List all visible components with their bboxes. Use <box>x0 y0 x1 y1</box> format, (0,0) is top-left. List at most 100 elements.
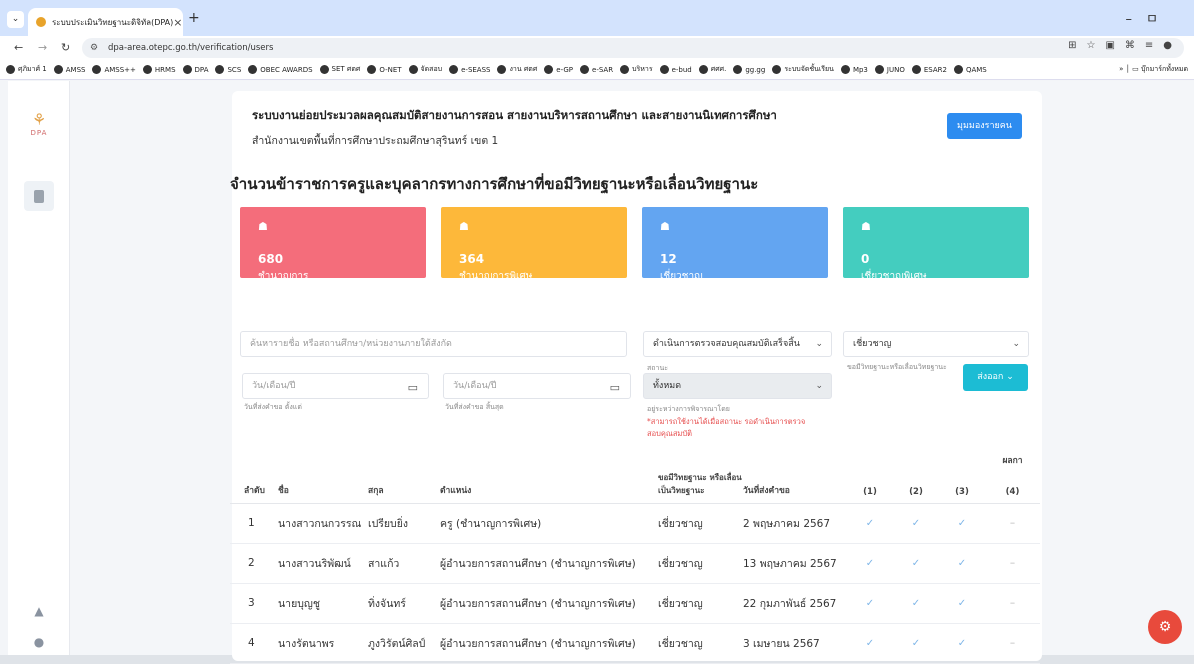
cell-level: เชี่ยวชาญ <box>658 623 743 664</box>
close-tab-icon[interactable]: × <box>173 16 182 29</box>
bookmark-icon <box>772 65 782 74</box>
tab-dpa[interactable]: ระบบประเมินวิทยฐานะดิจิทัล(DPA) × <box>28 8 183 36</box>
chevron-down-icon: ⌄ <box>815 339 823 349</box>
date-start-input[interactable]: วัน/เดือน/ปี ▭ <box>242 373 429 399</box>
window-controls[interactable]: –ㅁ <box>1126 8 1172 27</box>
user-icon[interactable]: ● <box>30 635 48 653</box>
check-icon: ✓ <box>893 543 939 584</box>
cell-no: 3 <box>230 583 268 624</box>
bookmark-item[interactable]: ESAR2 <box>911 65 947 74</box>
bookmark-icon <box>733 65 743 74</box>
level-select[interactable]: เชี่ยวชาญ ⌄ <box>843 331 1029 357</box>
cell-position: ผู้อำนวยการสถานศึกษา (ชำนาญการพิเศษ) <box>440 623 658 664</box>
main-body: จำนวนข้าราชการครูและบุคลากรทางการศึกษาที… <box>230 81 1042 664</box>
pending-dash: – <box>985 583 1040 624</box>
bookmark-icon <box>248 65 258 74</box>
status-select[interactable]: ทั้งหมด ⌄ <box>643 373 832 399</box>
bookmark-icon <box>367 65 377 74</box>
check-icon: ✓ <box>939 503 985 544</box>
bookmark-item[interactable]: gg.gg <box>733 65 765 74</box>
cell-surname: ภูงวิรัตน์ศิลป์ <box>368 623 440 664</box>
pending-dash: – <box>985 543 1040 584</box>
search-input[interactable]: ค้นหารายชื่อ หรือสถานศึกษา/หน่วยงานภายใต… <box>240 331 627 357</box>
bookmark-icon <box>92 65 102 74</box>
check-icon: ✓ <box>893 583 939 624</box>
card-expert-2[interactable]: ☗ 364 ชำนาญการพิเศษ <box>441 207 627 282</box>
settings-fab[interactable]: ⚙ <box>1148 610 1182 644</box>
bookmark-item[interactable]: ระบบจัดชั้นเรียน <box>772 64 834 75</box>
table-row[interactable]: 2 นางสาวนริพัฒน์ สาแก้ว ผู้อำนวยการสถานศึกษ… <box>230 543 1040 584</box>
bookmark-item[interactable]: AMSS++ <box>92 65 136 74</box>
bookmark-icon <box>698 65 708 74</box>
cell-position: ผู้อำนวยการสถานศึกษา (ชำนาญการพิเศษ) <box>440 543 658 584</box>
reload-icon[interactable]: ↻ <box>61 41 70 54</box>
cell-surname: ทิ่งจันทร์ <box>368 583 440 624</box>
address-row: ← → ↻ ⚙ dpa-area.otepc.go.th/verificatio… <box>0 36 1194 60</box>
table-row[interactable]: 3 นายบุญชู ทิ่งจันทร์ ผู้อำนวยการสถานศึกษา … <box>230 583 1040 624</box>
bookmark-item[interactable]: DPA <box>182 65 208 74</box>
people-icon: ☗ <box>861 220 871 233</box>
bookmark-item[interactable]: SCS <box>215 65 241 74</box>
bookmark-icon <box>408 65 418 74</box>
bookmark-item[interactable]: HRMS <box>142 65 176 74</box>
bookmark-item[interactable]: O-NET <box>367 65 402 74</box>
bookmark-item[interactable]: QAMS <box>953 65 987 74</box>
bookmark-item[interactable]: บริหาร <box>620 64 653 75</box>
forward-icon[interactable]: → <box>38 41 47 54</box>
bookmark-item[interactable]: JUNO <box>874 65 905 74</box>
check-icon: ✓ <box>939 543 985 584</box>
url-text: dpa-area.otepc.go.th/verification/users <box>108 43 274 53</box>
gear-icon: ⚙ <box>1158 619 1172 635</box>
table-header: ลำดับ ชื่อ สกุล ตำแหน่ง ขอมีวิทยฐานะ หรื… <box>230 443 1040 504</box>
address-bar[interactable]: ⚙ dpa-area.otepc.go.th/verification/user… <box>82 38 1184 58</box>
bookmark-item[interactable]: Mp3 <box>840 65 868 74</box>
dpa-logo[interactable]: ⚘ DPA <box>22 111 56 145</box>
bookmark-item[interactable]: OBEC AWARDS <box>248 65 313 74</box>
new-tab-button[interactable]: + <box>188 10 200 26</box>
bookmark-item[interactable]: จัดสอบ <box>408 64 442 75</box>
calendar-icon[interactable]: ▭ <box>610 376 620 400</box>
tab-strip: ⌄ ระบบประเมินวิทยฐานะดิจิทัล(DPA) × + –ㅁ <box>0 0 1194 36</box>
bell-icon[interactable]: ▲ <box>30 604 48 622</box>
calendar-icon[interactable]: ▭ <box>408 376 418 400</box>
process-select[interactable]: ดำเนินการตรวจสอบคุณสมบัติเสร็จสิ้น ⌄ <box>643 331 832 357</box>
people-icon: ☗ <box>459 220 469 233</box>
bookmark-item[interactable]: งาน ศตศ <box>497 64 537 75</box>
check-icon: ✓ <box>893 503 939 544</box>
bookmark-item[interactable]: AMSS <box>53 65 85 74</box>
card-expert-1[interactable]: ☗ 680 ชำนาญการ <box>240 207 426 282</box>
extension-icons[interactable]: ⊞☆▣⌘≡● <box>1068 40 1182 51</box>
tab-search-button[interactable]: ⌄ <box>7 11 24 28</box>
bookmark-icon <box>497 65 507 74</box>
date-end-input[interactable]: วัน/เดือน/ปี ▭ <box>443 373 631 399</box>
pending-dash: – <box>985 623 1040 664</box>
bookmark-item[interactable]: SET ศตศ <box>319 64 360 75</box>
card-expert-4[interactable]: ☗ 0 เชี่ยวชาญพิเศษ <box>843 207 1029 282</box>
check-icon: ✓ <box>847 583 893 624</box>
site-info-icon[interactable]: ⚙ <box>90 38 98 58</box>
table-row[interactable]: 1 นางสาวกนกวรรณ เปรียบยิ่ง ครู (ชำนาญการพิเ… <box>230 503 1040 544</box>
back-icon[interactable]: ← <box>14 41 23 54</box>
clipboard-icon[interactable] <box>24 181 54 211</box>
bookmark-item[interactable]: e-bud <box>659 65 692 74</box>
bookmark-icon <box>659 65 669 74</box>
bookmark-icon <box>215 65 225 74</box>
cell-position: ครู (ชำนาญการพิเศษ) <box>440 503 658 544</box>
bookmark-item[interactable]: e-SEASS <box>449 65 490 74</box>
export-button[interactable]: ส่งออก ⌄ <box>963 364 1028 391</box>
table-row[interactable]: 4 นางรัตนาพร ภูงวิรัตน์ศิลป์ ผู้อำนวยการสถา… <box>230 623 1040 664</box>
bookmark-item[interactable]: ศุภิมาศ์ 1 <box>6 64 47 75</box>
cell-date: 22 กุมภาพันธ์ 2567 <box>743 583 847 624</box>
cell-date: 13 พฤษภาคม 2567 <box>743 543 847 584</box>
bookmark-item[interactable]: e-SAR <box>580 65 613 74</box>
all-bookmarks[interactable]: » │ ▭ บุ๊กมาร์กทั้งหมด <box>1119 64 1188 75</box>
bookmark-item[interactable]: e-GP <box>544 65 573 74</box>
bookmark-item[interactable]: ศศศ. <box>698 64 726 75</box>
card-expert-3[interactable]: ☗ 12 เชี่ยวชาญ <box>642 207 828 282</box>
bookmark-icon <box>142 65 152 74</box>
bookmark-icon <box>449 65 459 74</box>
level-help: ขอมีวิทยฐานะหรือเลื่อนวิทยฐานะ <box>847 363 947 371</box>
bookmark-icon <box>319 65 329 74</box>
bookmarks-bar: ศุภิมาศ์ 1 AMSS AMSS++ HRMS DPA SCS OBEC AWARD… <box>0 60 1194 80</box>
check-icon: ✓ <box>847 543 893 584</box>
